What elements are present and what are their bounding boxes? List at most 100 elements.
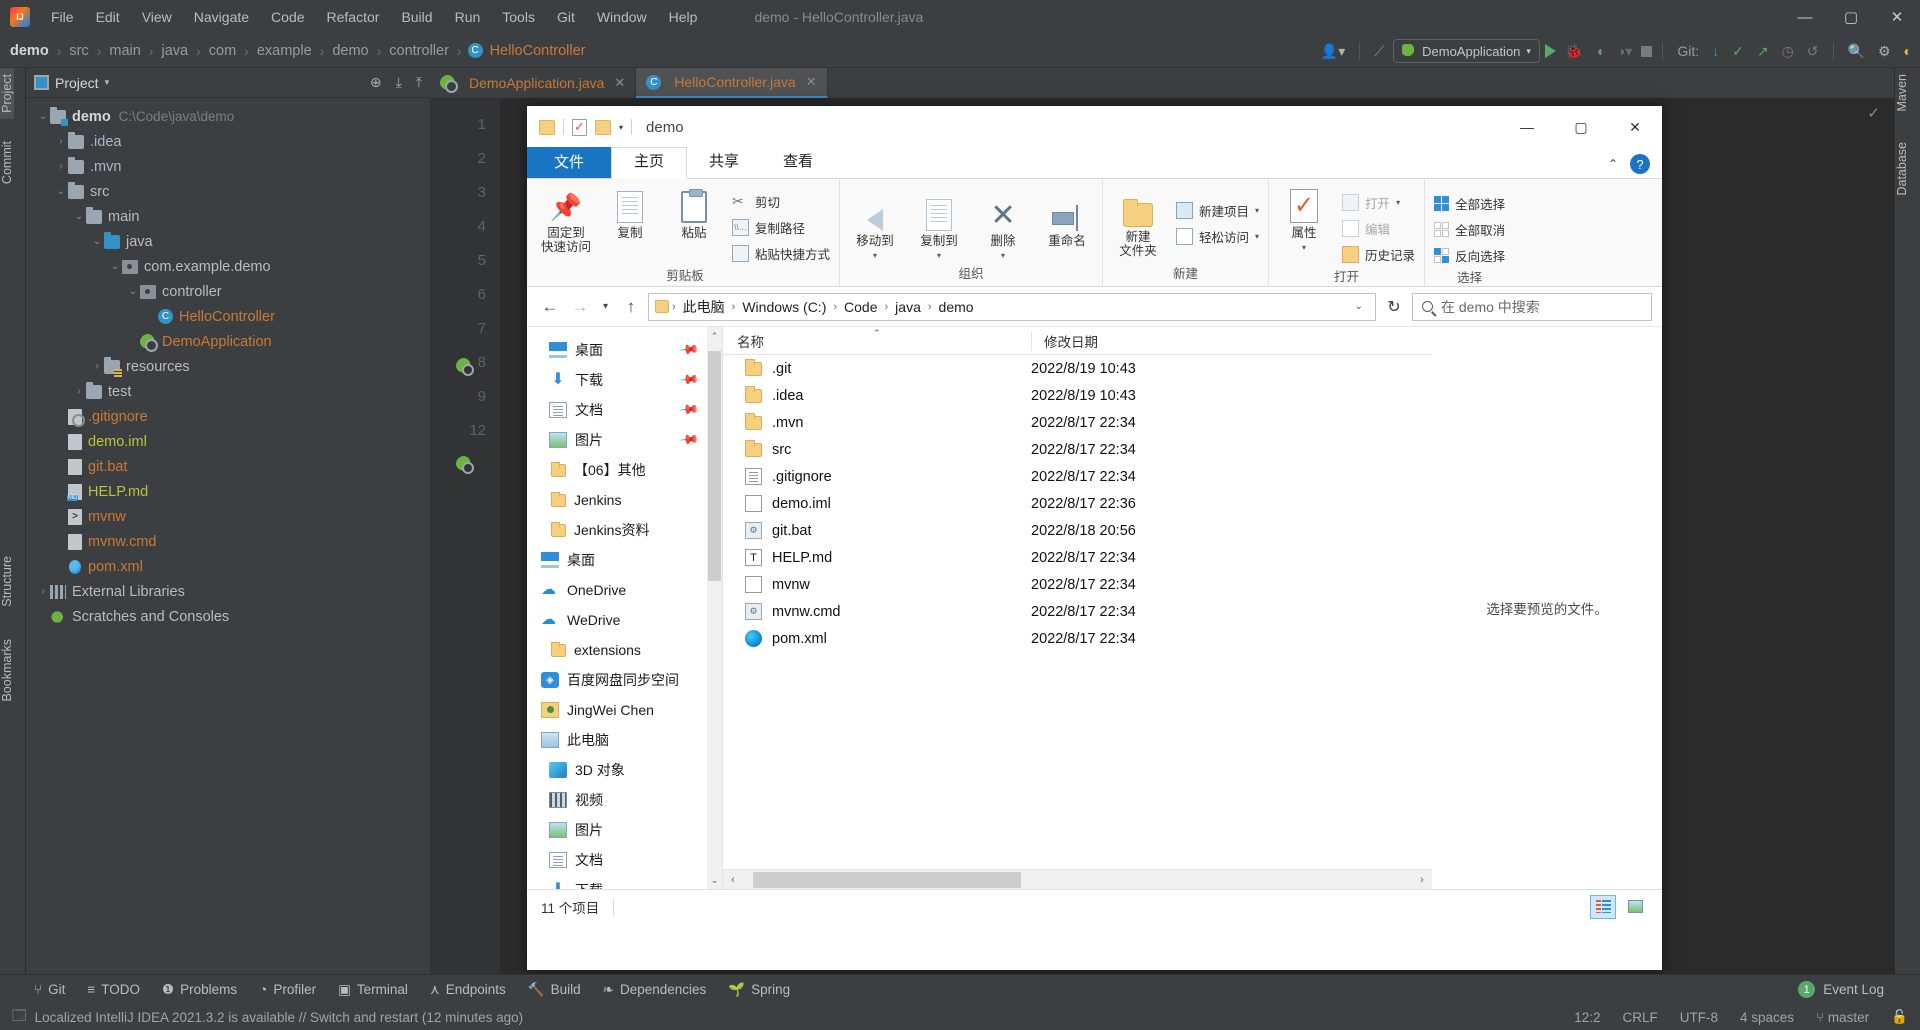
search-everywhere-icon[interactable]: 🔍 [1844,43,1869,60]
chevron-down-icon[interactable]: ⌄ [36,111,50,122]
table-row[interactable]: .gitignore 2022/8/17 22:34 [723,463,1432,490]
history-button[interactable]: 历史记录 [1337,243,1420,266]
recent-locations-icon[interactable]: ▾ [597,301,614,312]
chevron-down-icon[interactable]: ▾ [873,251,877,260]
run-button[interactable] [1544,44,1556,58]
pin-icon[interactable]: 📌 [678,339,700,362]
tree-node-help-md[interactable]: HELP.md [26,479,430,504]
search-input[interactable]: 在 demo 中搜索 [1412,292,1652,321]
properties-icon[interactable] [572,118,587,136]
tool-window-button-todo[interactable]: ≡ TODO [87,982,140,997]
delete-button[interactable]: ✕ 删除 ▾ [972,193,1034,261]
git-update-icon[interactable]: ↓ [1708,43,1723,59]
collapse-all-icon[interactable]: ⤒ [416,74,422,91]
breadcrumb-item-example[interactable]: example [255,43,314,59]
lock-icon[interactable]: 🔓 [1891,1009,1908,1025]
nav-item-JingWei-Chen[interactable]: JingWei Chen [527,695,707,725]
pin-icon[interactable]: 📌 [678,399,700,422]
line-separator[interactable]: CRLF [1623,1010,1658,1025]
git-push-icon[interactable]: ↗ [1753,43,1773,60]
menu-edit[interactable]: Edit [85,5,131,29]
chevron-down-icon[interactable]: ▾ [1255,232,1259,241]
git-commit-icon[interactable]: ✓ [1728,43,1748,60]
tool-window-button-build[interactable]: 🔨 Build [528,982,581,998]
tree-node-git-bat[interactable]: git.bat [26,454,430,479]
scroll-down-icon[interactable]: ⌄ [707,871,722,889]
breadcrumb-item-main[interactable]: main [107,43,142,59]
chevron-down-icon[interactable]: ⌄ [108,261,122,272]
tab-view[interactable]: 查看 [761,148,835,178]
select-all-button[interactable]: 全部选择 [1429,192,1510,215]
path-crumb-thispc[interactable]: 此电脑 [679,297,729,317]
menu-file[interactable]: File [40,5,85,29]
tree-node-java[interactable]: ⌄ java [26,229,430,254]
tab-file[interactable]: 文件 [527,147,612,178]
large-icons-view-button[interactable] [1622,895,1648,919]
scroll-thumb[interactable] [753,871,1021,888]
tree-node-resources[interactable]: › resources [26,354,430,379]
pin-icon[interactable]: 📌 [678,369,700,392]
chevron-down-icon[interactable]: ▾ [1302,243,1306,252]
nav-item-视频[interactable]: 视频 [527,785,707,815]
path-separator[interactable]: › [885,301,889,313]
stop-button[interactable] [1641,45,1653,57]
build-hammer-icon[interactable]: ⟋ [1370,43,1388,60]
tool-window-button-endpoints[interactable]: ⋏ Endpoints [430,982,506,998]
chevron-down-icon[interactable]: ▾ [1255,206,1259,215]
ide-minimize-button[interactable]: — [1782,0,1828,34]
tree-node-mvnw-cmd[interactable]: mvnw.cmd [26,529,430,554]
nav-item-此电脑[interactable]: 此电脑 [527,725,707,755]
tab-hellocontroller[interactable]: C HelloController.java ✕ [636,68,828,98]
tool-window-button-profiler[interactable]: ◔ Profiler [259,982,316,997]
sidebar-item-project[interactable]: Project [0,68,14,119]
tab-demoapplication[interactable]: DemoApplication.java ✕ [430,68,637,98]
details-view-button[interactable] [1590,894,1616,919]
sidebar-item-commit[interactable]: Commit [0,135,14,190]
cut-button[interactable]: ✂ 剪切 [727,190,835,213]
nav-item-下载[interactable]: ⬇ 下载 [527,875,707,890]
path-crumb-code[interactable]: Code [840,299,881,315]
chevron-down-icon[interactable]: ⌄ [90,236,104,247]
table-row[interactable]: pom.xml 2022/8/17 22:34 [723,625,1432,652]
tree-node-pom-xml[interactable]: pom.xml [26,554,430,579]
chevron-down-icon[interactable]: ⌄ [72,211,86,222]
locate-file-icon[interactable]: ⊕ [370,74,382,91]
tree-node--mvn[interactable]: › .mvn [26,154,430,179]
tab-home[interactable]: 主页 [611,147,688,179]
run-gutter-icon-class[interactable] [456,358,474,376]
indent-setting[interactable]: 4 spaces [1740,1010,1794,1025]
nav-item-WeDrive[interactable]: ☁ WeDrive [527,605,707,635]
chevron-right-icon[interactable]: › [54,161,68,172]
menu-view[interactable]: View [131,5,183,29]
breadcrumb-item-hellocontroller[interactable]: HelloController [488,43,588,59]
explorer-minimize-button[interactable]: — [1500,106,1554,148]
breadcrumb-item-demo[interactable]: demo [8,43,51,59]
close-icon[interactable]: ✕ [806,74,817,90]
breadcrumb-item-src[interactable]: src [67,43,90,59]
user-avatar-icon[interactable]: 👤▾ [1317,43,1349,60]
tool-window-button-dependencies[interactable]: ❧ Dependencies [603,982,707,998]
table-row[interactable]: .mvn 2022/8/17 22:34 [723,409,1432,436]
scroll-thumb[interactable] [708,351,721,581]
scroll-track[interactable] [743,870,1412,889]
breadcrumb-item-com[interactable]: com [207,43,238,59]
path-crumb-java[interactable]: java [891,299,925,315]
tree-node--idea[interactable]: › .idea [26,129,430,154]
tool-window-button-git[interactable]: ⑂ Git [34,982,65,997]
path-crumb-demo[interactable]: demo [935,299,978,315]
back-button[interactable]: ← [537,294,563,320]
nav-item-3D-对象[interactable]: 3D 对象 [527,755,707,785]
paste-button[interactable]: 粘贴 [663,185,725,240]
tool-window-button-spring[interactable]: 🌱 Spring [728,982,790,998]
git-rollback-icon[interactable]: ↺ [1803,43,1823,60]
copy-button[interactable]: 复制 [599,185,661,240]
new-item-button[interactable]: 新建项目 ▾ [1171,199,1264,222]
nav-item-图片[interactable]: 图片 [527,815,707,845]
menu-window[interactable]: Window [586,5,658,29]
tab-share[interactable]: 共享 [687,148,761,178]
tree-node-demo-iml[interactable]: demo.iml [26,429,430,454]
debug-icon[interactable]: 🐞 [1561,43,1586,60]
run-configuration-selector[interactable]: DemoApplication ▾ [1393,39,1540,63]
notification-icon[interactable]: ◐ [1900,43,1916,59]
path-separator[interactable]: › [928,301,932,313]
